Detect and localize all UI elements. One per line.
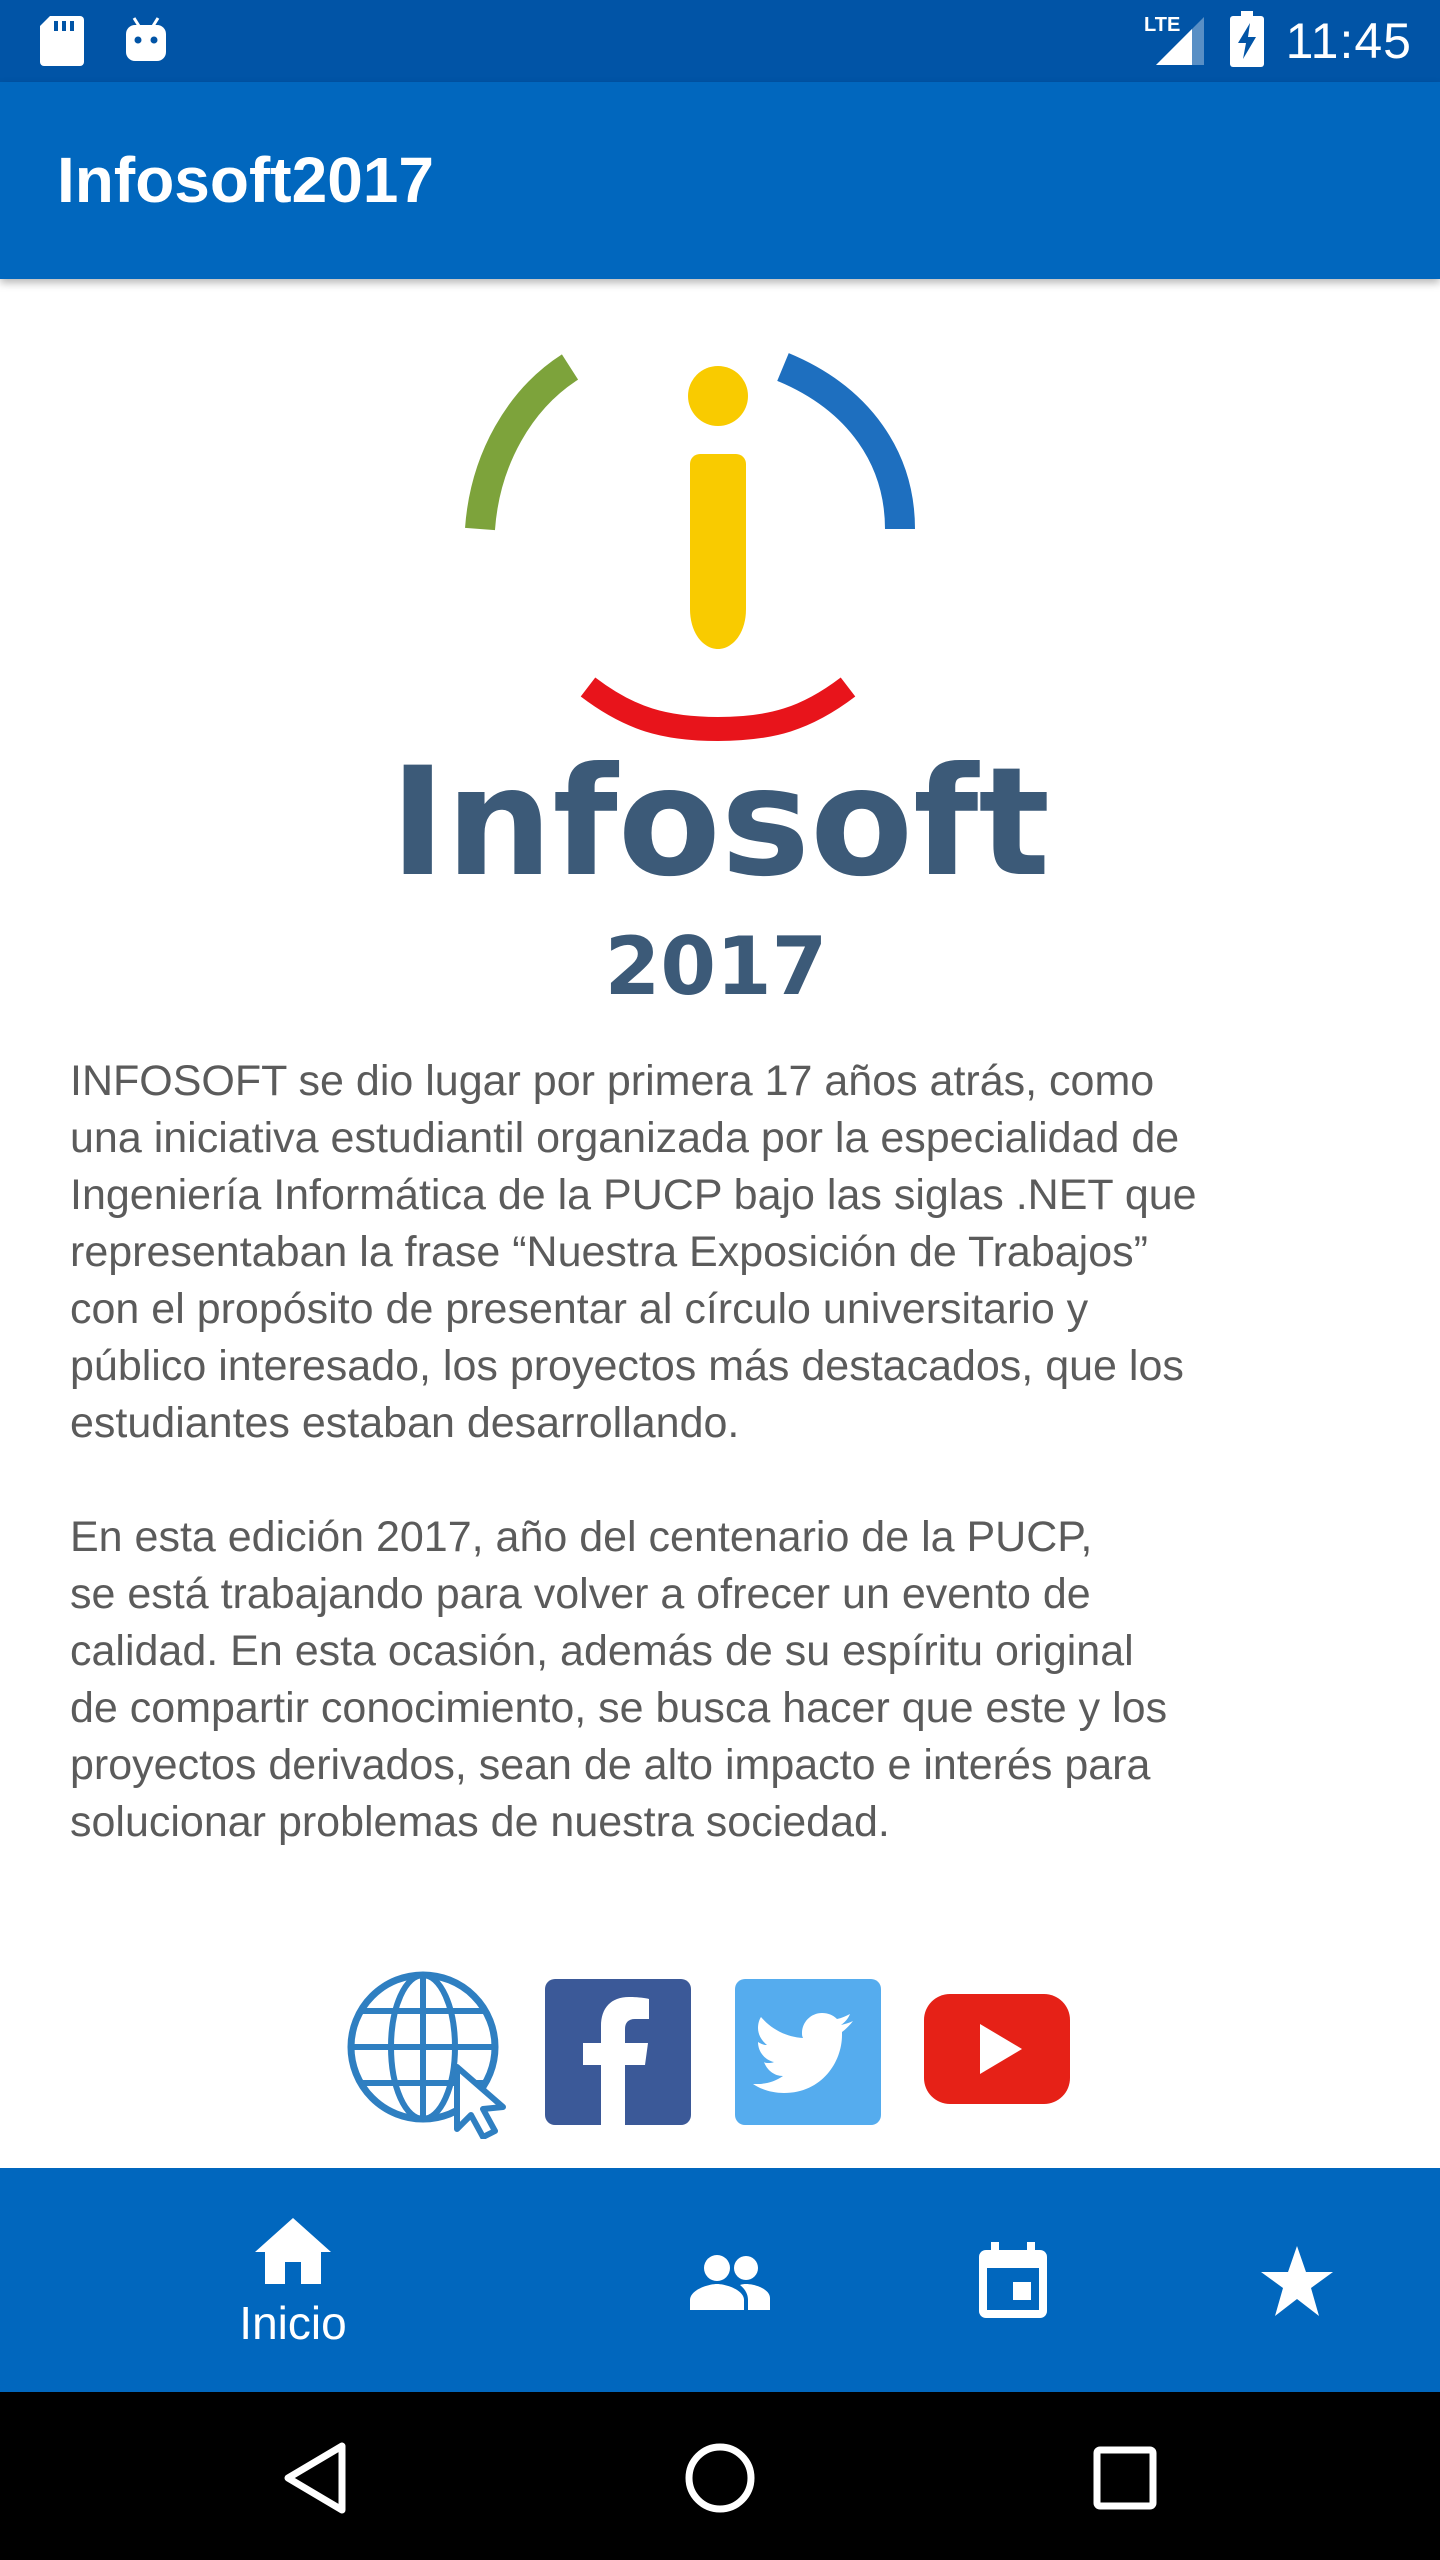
globe-cursor-icon: [347, 1971, 506, 2140]
android-icon: [124, 16, 168, 71]
status-time: 11:45: [1285, 13, 1412, 69]
sd-card-icon: [40, 16, 84, 71]
nav-label-inicio: Inicio: [239, 2297, 347, 2349]
twitter-icon: [735, 1979, 881, 2125]
calendar-icon: [979, 2242, 1047, 2323]
main-content: Infosoft 2017 INFOSOFT se dio lugar por …: [0, 279, 1440, 2168]
nav-tab-inicio[interactable]: Inicio: [163, 2168, 423, 2392]
twitter-link[interactable]: [735, 1979, 881, 2149]
logo-year: 2017: [605, 920, 828, 1009]
lte-label: LTE: [1144, 14, 1180, 36]
edition-paragraph: En esta edición 2017, año del centenario…: [70, 1513, 1168, 1846]
lte-signal-icon: LTE: [1142, 11, 1208, 72]
bottom-navigation: Inicio: [0, 2168, 1440, 2392]
nav-tab-people[interactable]: [600, 2168, 860, 2392]
system-nav-bar: [0, 2392, 1440, 2560]
nav-tab-favorites[interactable]: [1167, 2168, 1427, 2392]
status-bar: LTE 11:45: [0, 0, 1440, 82]
app-bar: Infosoft2017: [0, 82, 1440, 279]
social-links: [0, 1969, 1440, 2149]
home-icon: [255, 2218, 331, 2289]
infosoft-logo: Infosoft 2017: [380, 309, 1060, 1013]
recents-button[interactable]: [1075, 2426, 1175, 2526]
battery-charging-icon: [1229, 10, 1264, 72]
home-button[interactable]: [670, 2426, 770, 2526]
app-title: Infosoft2017: [57, 144, 434, 216]
back-icon: [284, 2442, 346, 2514]
home-circle-icon: [685, 2443, 755, 2513]
logo-wordmark: Infosoft: [390, 736, 1050, 910]
back-button[interactable]: [264, 2426, 364, 2526]
people-icon: [690, 2254, 770, 2315]
facebook-icon: [545, 1979, 691, 2125]
facebook-link[interactable]: [545, 1979, 691, 2149]
recents-icon: [1093, 2446, 1157, 2510]
youtube-icon: [924, 1994, 1070, 2104]
web-link[interactable]: [345, 1969, 506, 2140]
nav-tab-calendar[interactable]: [883, 2168, 1143, 2392]
star-icon: [1261, 2246, 1333, 2321]
intro-paragraph: INFOSOFT se dio lugar por primera 17 año…: [70, 1057, 1197, 1447]
youtube-link[interactable]: [924, 1994, 1070, 2164]
screen: LTE 11:45 Infosoft2017 Infosoft 2017 INF…: [0, 0, 1440, 2560]
